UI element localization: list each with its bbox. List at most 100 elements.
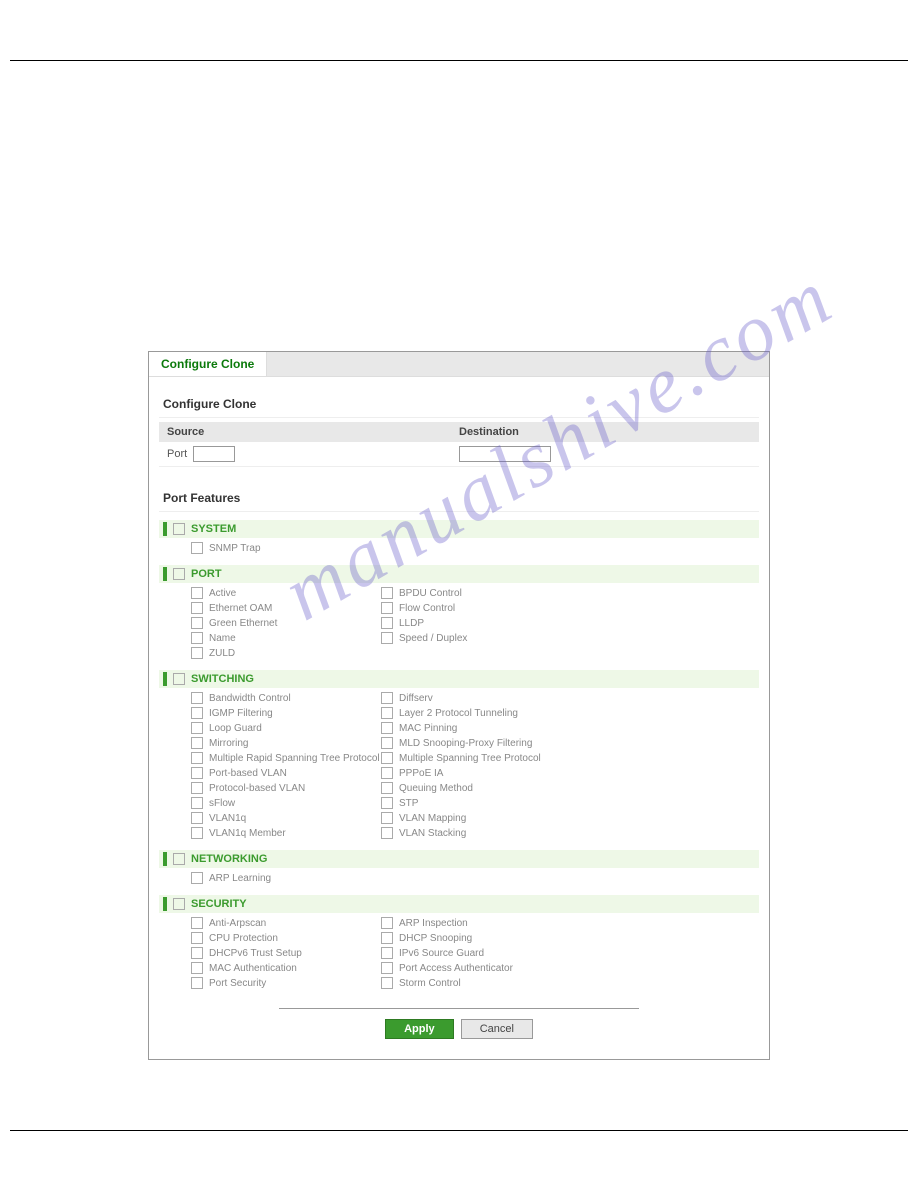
category-items: ARP Learning	[159, 868, 759, 887]
feature-checkbox[interactable]	[381, 932, 393, 944]
feature-label: Storm Control	[399, 978, 461, 989]
feature-checkbox[interactable]	[381, 737, 393, 749]
feature-label: Diffserv	[399, 693, 433, 704]
category-label: PORT	[191, 568, 222, 580]
feature-item: ARP Inspection	[381, 917, 571, 929]
feature-item: Ethernet OAM	[191, 602, 381, 614]
feature-label: Queuing Method	[399, 783, 473, 794]
feature-item: DHCP Snooping	[381, 932, 571, 944]
feature-label: Port-based VLAN	[209, 768, 287, 779]
category-accent-bar	[163, 897, 167, 911]
feature-checkbox[interactable]	[191, 827, 203, 839]
feature-checkbox[interactable]	[381, 812, 393, 824]
feature-checkbox[interactable]	[191, 932, 203, 944]
feature-checkbox[interactable]	[381, 632, 393, 644]
feature-checkbox[interactable]	[191, 632, 203, 644]
feature-checkbox[interactable]	[191, 737, 203, 749]
feature-checkbox[interactable]	[381, 722, 393, 734]
feature-checkbox[interactable]	[191, 602, 203, 614]
feature-checkbox[interactable]	[381, 692, 393, 704]
feature-label: Ethernet OAM	[209, 603, 272, 614]
feature-checkbox[interactable]	[381, 977, 393, 989]
feature-checkbox[interactable]	[191, 782, 203, 794]
feature-label: Mirroring	[209, 738, 248, 749]
feature-checkbox[interactable]	[191, 617, 203, 629]
feature-checkbox[interactable]	[191, 977, 203, 989]
category-header: PORT	[159, 565, 759, 583]
apply-button[interactable]: Apply	[385, 1019, 454, 1039]
category-checkbox[interactable]	[173, 853, 185, 865]
category-accent-bar	[163, 672, 167, 686]
section-title-port-features: Port Features	[159, 485, 759, 512]
feature-checkbox[interactable]	[191, 797, 203, 809]
feature-checkbox[interactable]	[191, 722, 203, 734]
feature-checkbox[interactable]	[191, 947, 203, 959]
source-destination-header: Source Destination	[159, 422, 759, 442]
feature-checkbox[interactable]	[191, 872, 203, 884]
feature-checkbox[interactable]	[381, 827, 393, 839]
footer: Apply Cancel	[159, 1008, 759, 1039]
feature-label: Anti-Arpscan	[209, 918, 266, 929]
feature-checkbox[interactable]	[191, 752, 203, 764]
feature-item: MAC Pinning	[381, 722, 571, 734]
feature-item: BPDU Control	[381, 587, 571, 599]
feature-item: LLDP	[381, 617, 571, 629]
feature-item: MAC Authentication	[191, 962, 381, 974]
feature-item: ARP Learning	[191, 872, 381, 884]
feature-checkbox[interactable]	[381, 767, 393, 779]
feature-label: VLAN1q Member	[209, 828, 286, 839]
feature-checkbox[interactable]	[191, 812, 203, 824]
configure-clone-panel: Configure Clone Configure Clone Source D…	[148, 351, 770, 1060]
category-checkbox[interactable]	[173, 898, 185, 910]
feature-label: ARP Learning	[209, 873, 271, 884]
category-items: SNMP Trap	[159, 538, 759, 557]
feature-checkbox[interactable]	[381, 617, 393, 629]
feature-checkbox[interactable]	[191, 917, 203, 929]
feature-checkbox[interactable]	[191, 587, 203, 599]
destination-header: Destination	[459, 426, 751, 438]
feature-item: Multiple Rapid Spanning Tree Protocol	[191, 752, 381, 764]
category-accent-bar	[163, 852, 167, 866]
feature-checkbox[interactable]	[191, 692, 203, 704]
category-checkbox[interactable]	[173, 568, 185, 580]
feature-checkbox[interactable]	[191, 962, 203, 974]
feature-label: CPU Protection	[209, 933, 278, 944]
feature-checkbox[interactable]	[191, 542, 203, 554]
feature-label: Bandwidth Control	[209, 693, 291, 704]
feature-checkbox[interactable]	[381, 947, 393, 959]
feature-checkbox[interactable]	[381, 917, 393, 929]
feature-checkbox[interactable]	[381, 782, 393, 794]
feature-checkbox[interactable]	[381, 587, 393, 599]
category-label: SECURITY	[191, 898, 247, 910]
feature-item: Green Ethernet	[191, 617, 381, 629]
category-checkbox[interactable]	[173, 673, 185, 685]
feature-label: MAC Authentication	[209, 963, 297, 974]
feature-item: Diffserv	[381, 692, 571, 704]
feature-label: IGMP Filtering	[209, 708, 273, 719]
feature-item: ZULD	[191, 647, 381, 659]
feature-checkbox[interactable]	[191, 647, 203, 659]
destination-port-input[interactable]	[459, 446, 551, 462]
feature-checkbox[interactable]	[381, 797, 393, 809]
feature-checkbox[interactable]	[191, 707, 203, 719]
feature-checkbox[interactable]	[191, 767, 203, 779]
feature-item: SNMP Trap	[191, 542, 381, 554]
category-label: SYSTEM	[191, 523, 236, 535]
category-checkbox[interactable]	[173, 523, 185, 535]
category-label: SWITCHING	[191, 673, 254, 685]
feature-item: Storm Control	[381, 977, 571, 989]
feature-label: Green Ethernet	[209, 618, 277, 629]
cancel-button[interactable]: Cancel	[461, 1019, 533, 1039]
feature-label: MLD Snooping-Proxy Filtering	[399, 738, 532, 749]
tab-configure-clone[interactable]: Configure Clone	[149, 352, 267, 376]
feature-checkbox[interactable]	[381, 752, 393, 764]
feature-label: Name	[209, 633, 236, 644]
feature-label: BPDU Control	[399, 588, 462, 599]
feature-checkbox[interactable]	[381, 962, 393, 974]
feature-label: Port Access Authenticator	[399, 963, 513, 974]
source-port-input[interactable]	[193, 446, 235, 462]
feature-checkbox[interactable]	[381, 602, 393, 614]
feature-checkbox[interactable]	[381, 707, 393, 719]
feature-label: Protocol-based VLAN	[209, 783, 305, 794]
feature-label: VLAN1q	[209, 813, 246, 824]
